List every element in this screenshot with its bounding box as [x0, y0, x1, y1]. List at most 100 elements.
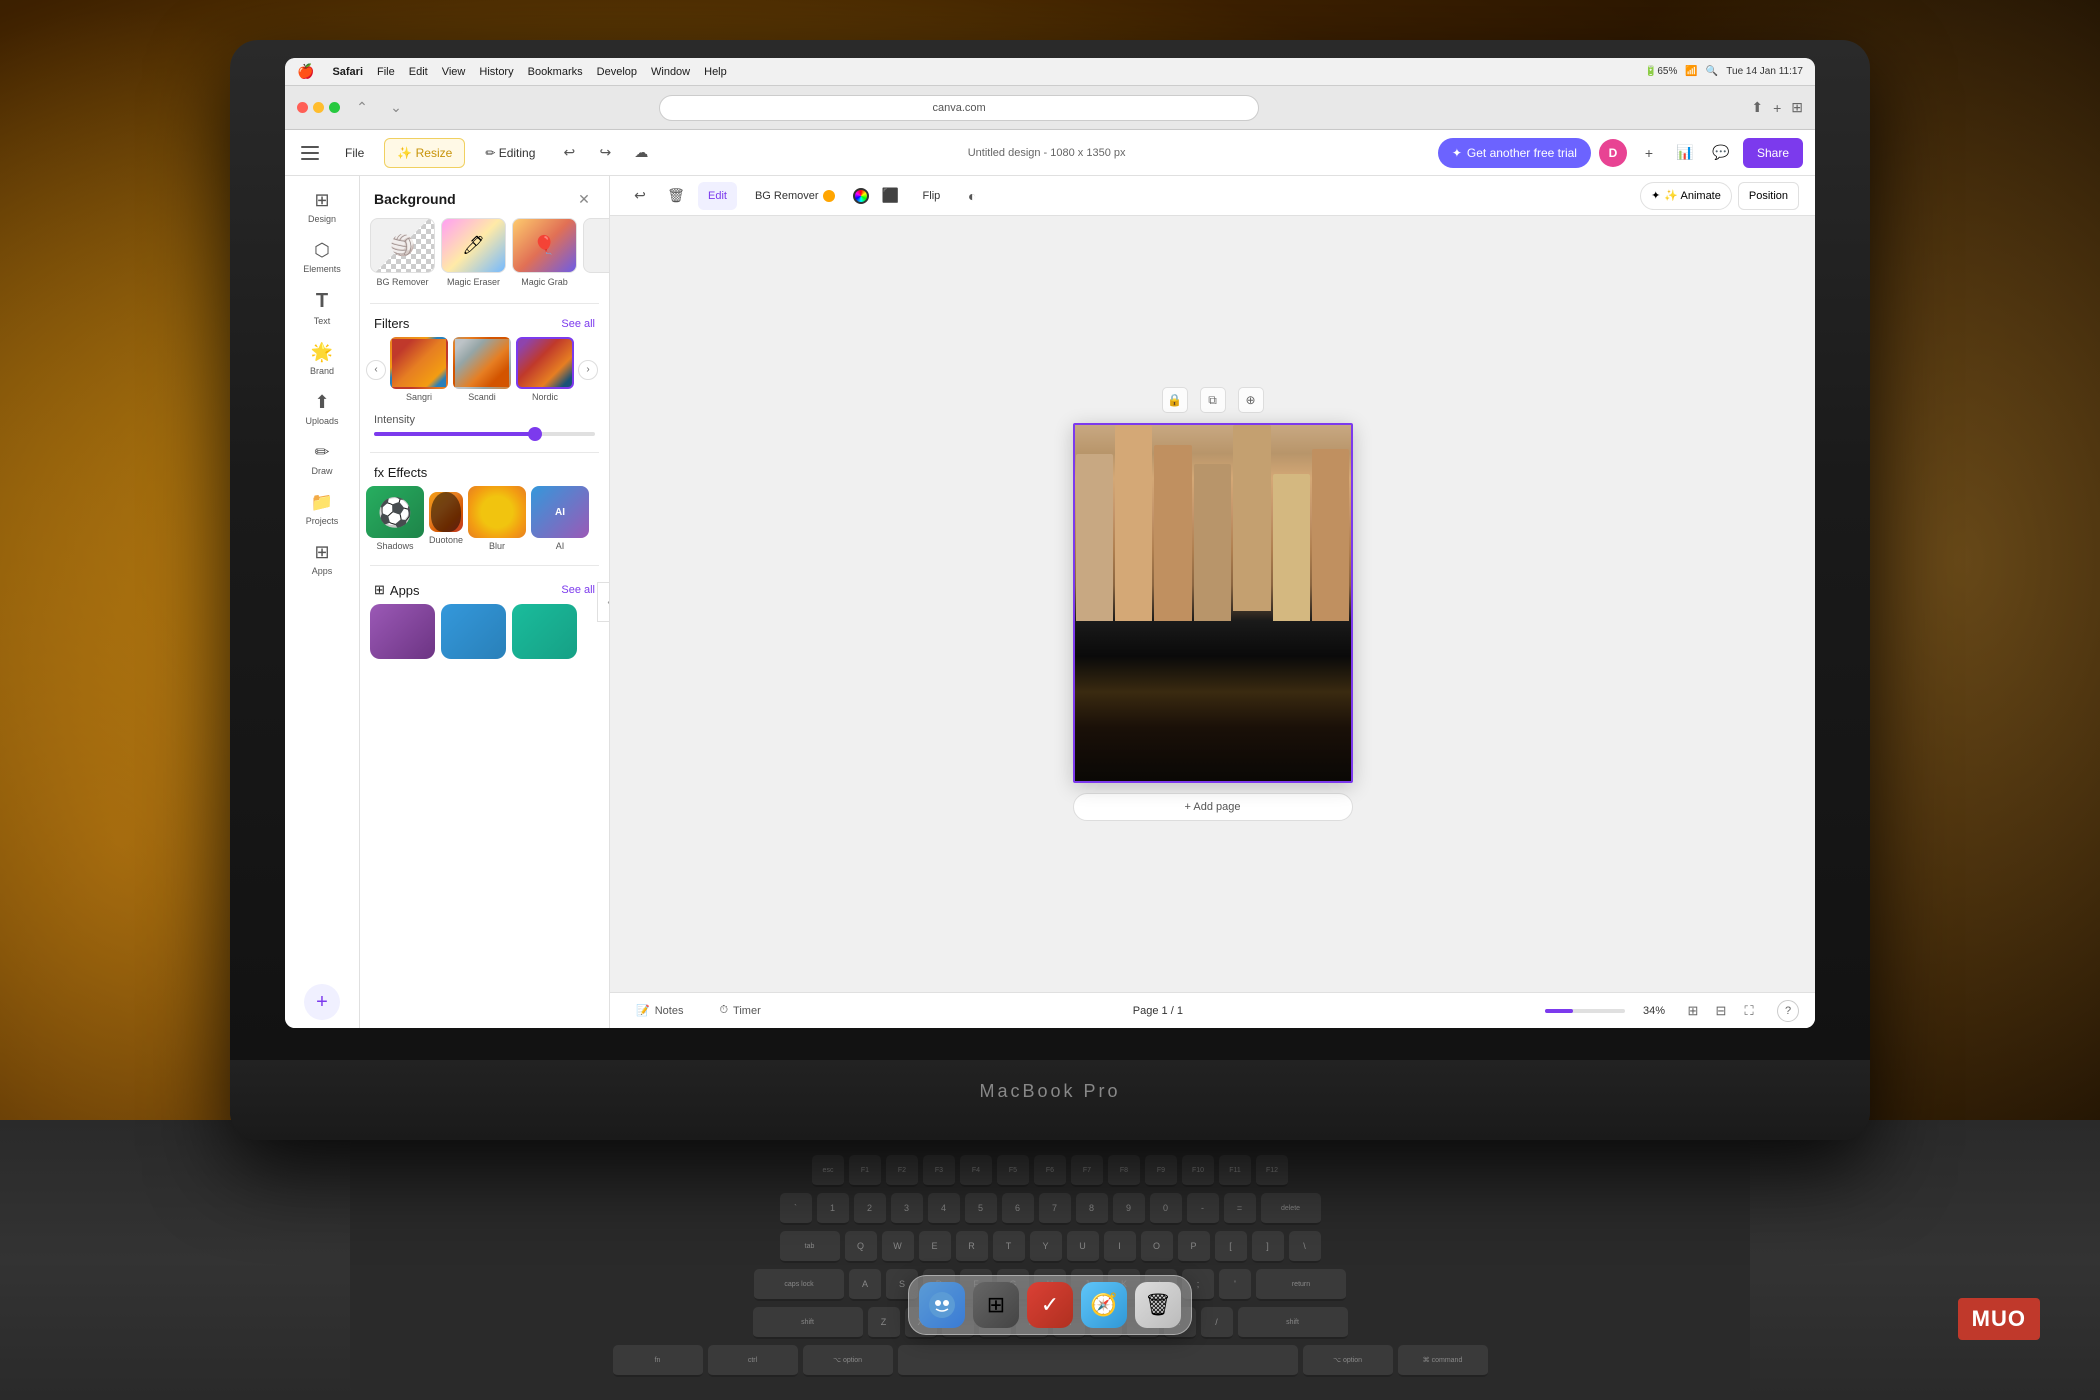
panel-close-button[interactable]: ✕ [573, 188, 595, 210]
back-button[interactable]: ⌃ [350, 96, 374, 120]
key-bracket-open[interactable]: [ [1215, 1231, 1247, 1263]
effect-duotone[interactable]: Duotone [429, 492, 463, 545]
presentation-view-button[interactable]: ⊟ [1709, 999, 1733, 1023]
key-3[interactable]: 3 [891, 1193, 923, 1225]
key-q[interactable]: Q [845, 1231, 877, 1263]
key-f6[interactable]: F6 [1034, 1155, 1066, 1187]
crop-button[interactable]: ⬛ [877, 182, 905, 210]
menu-edit[interactable]: Edit [409, 66, 428, 78]
minimize-window-button[interactable] [313, 102, 324, 113]
apple-logo[interactable]: 🍎 [297, 63, 314, 80]
add-collaborator-button[interactable]: + [1635, 139, 1663, 167]
key-z[interactable]: Z [868, 1307, 900, 1339]
key-equals[interactable]: = [1224, 1193, 1256, 1225]
menu-bookmarks[interactable]: Bookmarks [528, 66, 583, 78]
menu-file[interactable]: File [377, 66, 395, 78]
dock-finder-icon[interactable] [919, 1282, 965, 1328]
key-9[interactable]: 9 [1113, 1193, 1145, 1225]
menu-history[interactable]: History [479, 66, 513, 78]
color-picker[interactable] [853, 188, 869, 204]
sidebar-item-elements[interactable]: ⬡ Elements [292, 234, 352, 280]
duplicate-button[interactable]: ⧉ [1200, 387, 1226, 413]
key-u[interactable]: U [1067, 1231, 1099, 1263]
menu-view[interactable]: View [442, 66, 466, 78]
key-a[interactable]: A [849, 1269, 881, 1301]
key-fn[interactable]: fn [613, 1345, 703, 1377]
magic-grab-tool[interactable]: 🎈 Magic Grab [512, 218, 577, 287]
key-alt-right[interactable]: ⌥ option [1303, 1345, 1393, 1377]
key-f11[interactable]: F11 [1219, 1155, 1251, 1187]
cloud-save-button[interactable]: ☁ [627, 139, 655, 167]
key-r[interactable]: R [956, 1231, 988, 1263]
app-thumb-3[interactable] [512, 604, 577, 659]
effect-blur[interactable]: Blur [468, 486, 526, 551]
zoom-slider[interactable] [1545, 1009, 1625, 1013]
filter-scandi[interactable]: Scandi [453, 337, 511, 402]
key-f2[interactable]: F2 [886, 1155, 918, 1187]
app-thumb-2[interactable] [441, 604, 506, 659]
key-space[interactable] [898, 1345, 1298, 1377]
effect-ai[interactable]: AI AI [531, 486, 589, 551]
menu-help[interactable]: Help [704, 66, 727, 78]
key-f12[interactable]: F12 [1256, 1155, 1288, 1187]
avatar-button[interactable]: D [1599, 139, 1627, 167]
key-delete[interactable]: delete [1261, 1193, 1321, 1225]
close-window-button[interactable] [297, 102, 308, 113]
address-bar[interactable]: canva.com [659, 95, 1259, 121]
intensity-slider-thumb[interactable] [528, 427, 542, 441]
dock-safari-icon[interactable]: 🧭 [1081, 1282, 1127, 1328]
edit-button[interactable]: Edit [698, 182, 737, 210]
file-menu-button[interactable]: File [333, 138, 376, 168]
key-f9[interactable]: F9 [1145, 1155, 1177, 1187]
key-backtick[interactable]: ` [780, 1193, 812, 1225]
key-backslash[interactable]: \ [1289, 1231, 1321, 1263]
filters-see-all[interactable]: See all [561, 318, 595, 330]
effect-shadows[interactable]: ⚽ Shadows [366, 486, 424, 551]
key-ctrl[interactable]: ctrl [708, 1345, 798, 1377]
bg-remover-button[interactable]: BG Remover [745, 182, 845, 210]
magic-eraser-tool[interactable]: 🖊 Magic Eraser [441, 218, 506, 287]
get-trial-button[interactable]: ✦ Get another free trial [1438, 138, 1591, 168]
key-f7[interactable]: F7 [1071, 1155, 1103, 1187]
key-alt[interactable]: ⌥ option [803, 1345, 893, 1377]
key-y[interactable]: Y [1030, 1231, 1062, 1263]
sidebar-item-apps[interactable]: ⊞ Apps [292, 536, 352, 582]
key-slash[interactable]: / [1201, 1307, 1233, 1339]
key-2[interactable]: 2 [854, 1193, 886, 1225]
sidebar-item-text[interactable]: T Text [292, 284, 352, 332]
dock-trash-icon[interactable]: 🗑 [1135, 1282, 1181, 1328]
help-button[interactable]: ? [1777, 1000, 1799, 1022]
sidebar-item-design[interactable]: ⊞ Design [292, 184, 352, 230]
key-7[interactable]: 7 [1039, 1193, 1071, 1225]
transparency-button[interactable]: ◐ [958, 182, 986, 210]
notes-button[interactable]: 📝 Notes [626, 998, 693, 1024]
design-canvas[interactable] [1073, 423, 1353, 783]
key-quote[interactable]: ' [1219, 1269, 1251, 1301]
hamburger-menu[interactable] [297, 139, 325, 167]
key-1[interactable]: 1 [817, 1193, 849, 1225]
add-page-button[interactable]: + Add page [1073, 793, 1353, 821]
key-f3[interactable]: F3 [923, 1155, 955, 1187]
intensity-slider[interactable] [374, 432, 595, 436]
canvas-delete-button[interactable]: 🗑 [662, 182, 690, 210]
fullscreen-window-button[interactable] [329, 102, 340, 113]
browser-icon-new-tab[interactable]: + [1773, 100, 1781, 116]
key-tab[interactable]: tab [780, 1231, 840, 1263]
browser-icon-sidebar[interactable]: ⊞ [1791, 99, 1803, 116]
position-button[interactable]: Position [1738, 182, 1799, 210]
menubar-search[interactable]: 🔍 [1706, 66, 1718, 77]
lock-button[interactable]: 🔒 [1162, 387, 1188, 413]
forward-button[interactable]: ⌄ [384, 96, 408, 120]
share-button[interactable]: Share [1743, 138, 1803, 168]
more-tools[interactable]: › [583, 218, 609, 287]
key-minus[interactable]: - [1187, 1193, 1219, 1225]
key-return[interactable]: return [1256, 1269, 1346, 1301]
panel-collapse-handle[interactable]: ‹ [597, 582, 610, 622]
key-e[interactable]: E [919, 1231, 951, 1263]
expand-button[interactable]: ⊕ [1238, 387, 1264, 413]
sidebar-item-uploads[interactable]: ⬆ Uploads [292, 386, 352, 432]
editing-button[interactable]: ✏ Editing [473, 138, 547, 168]
animate-button[interactable]: ✦ ✨ Animate [1640, 182, 1732, 210]
bg-remover-tool[interactable]: 🏐 BG Remover [370, 218, 435, 287]
key-f10[interactable]: F10 [1182, 1155, 1214, 1187]
